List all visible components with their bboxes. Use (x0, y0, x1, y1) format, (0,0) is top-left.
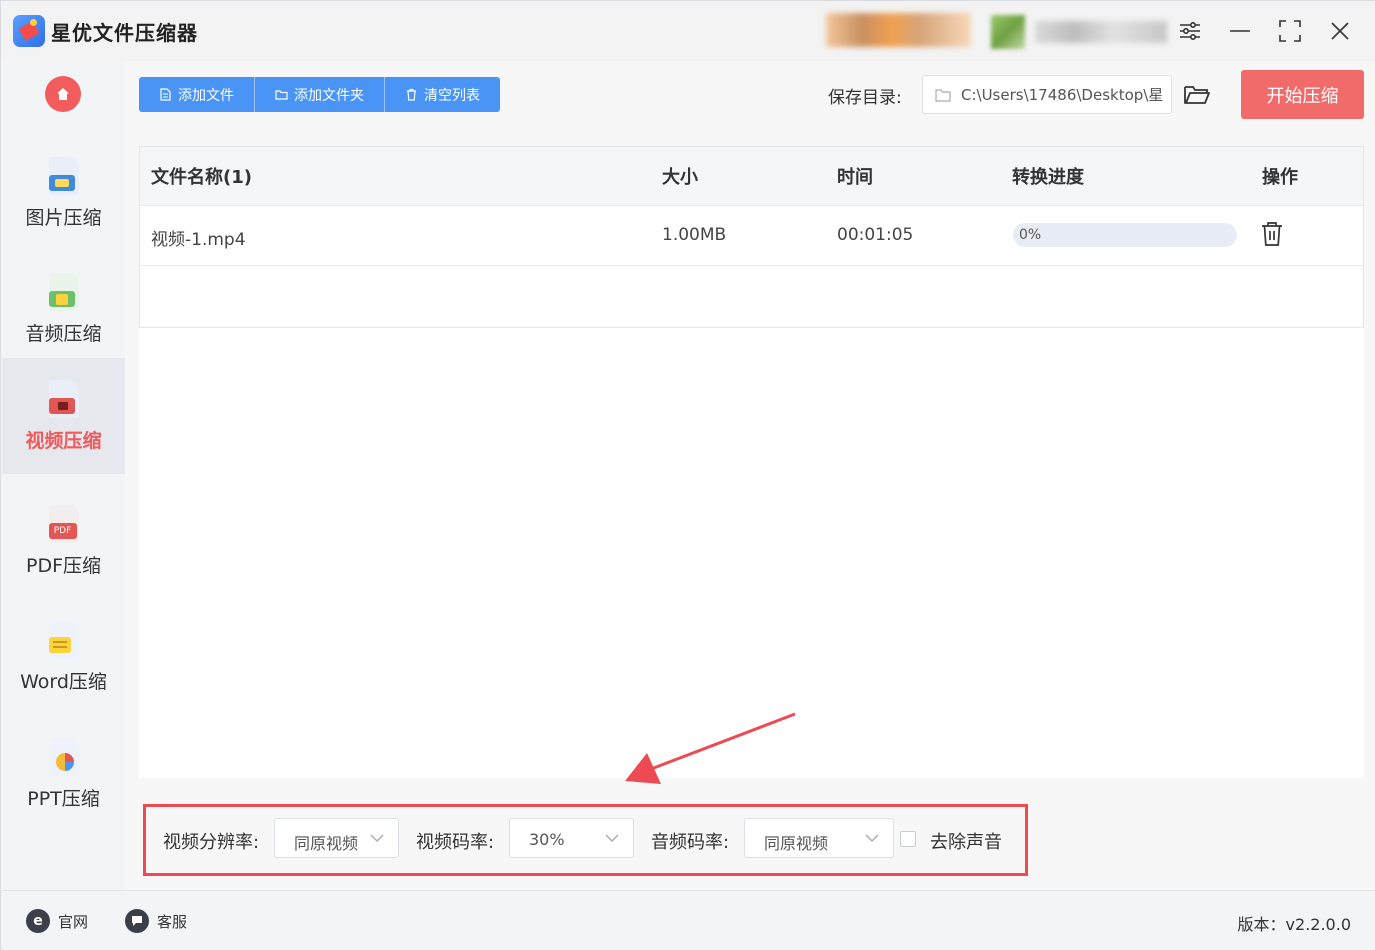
video-bitrate-select[interactable]: 30% (509, 818, 634, 858)
sidebar-item-ppt[interactable]: PPT压缩 (2, 716, 125, 832)
sidebar-item-label: PDF压缩 (25, 555, 102, 577)
file-name: 视频-1.mp4 (151, 230, 246, 250)
sidebar-item-label: 图片压缩 (25, 207, 102, 229)
ppt-icon (45, 738, 83, 780)
folder-icon (275, 90, 288, 100)
blurred-avatar (991, 15, 1025, 49)
start-compress-button[interactable]: 开始压缩 (1241, 70, 1364, 119)
close-icon[interactable] (1324, 15, 1356, 47)
pdf-tag: PDF (48, 523, 77, 539)
empty-row (140, 266, 1363, 327)
file-size: 1.00MB (662, 225, 727, 245)
sidebar-item-audio[interactable]: 音频压缩 (2, 251, 125, 367)
website-label: 官网 (58, 912, 89, 931)
pdf-icon: PDF (45, 505, 83, 547)
sidebar-item-video[interactable]: 视频压缩 (2, 358, 125, 474)
app-logo-icon (13, 15, 45, 47)
file-duration: 00:01:05 (837, 225, 914, 245)
minimize-icon[interactable] (1224, 15, 1256, 47)
progress-text: 0% (1019, 227, 1042, 243)
blurred-username (1035, 21, 1167, 43)
add-file-button[interactable]: 添加文件 (139, 77, 255, 112)
sidebar-item-label: Word压缩 (20, 671, 107, 693)
header-action: 操作 (1262, 167, 1298, 188)
audio-bitrate-value: 同原视频 (764, 834, 829, 853)
open-folder-icon (1184, 86, 1210, 104)
app-title: 星优文件压缩器 (51, 21, 198, 45)
chevron-down-icon (370, 834, 384, 842)
add-folder-label: 添加文件夹 (294, 87, 364, 104)
sidebar: 图片压缩 音频压缩 视频压缩 PDF PDF压缩 Word压缩 PPT压缩 (2, 61, 125, 890)
audio-bitrate-label: 音频码率: (651, 832, 730, 853)
header-filename: 文件名称(1) (151, 167, 252, 188)
title-bar: 星优文件压缩器 (1, 1, 1375, 61)
sidebar-item-label: PPT压缩 (27, 788, 100, 810)
music-icon (45, 273, 83, 315)
browser-e-icon: e (26, 909, 50, 933)
app-window: 星优文件压缩器 图片压缩 音频压缩 视频压缩 PDF PDF压缩 Word压缩 … (0, 0, 1375, 950)
file-icon (160, 88, 171, 101)
add-file-label: 添加文件 (178, 87, 234, 104)
trash-icon (407, 88, 416, 101)
video-bitrate-value: 30% (529, 830, 565, 849)
remove-audio-checkbox[interactable] (900, 831, 916, 847)
chevron-down-icon (865, 834, 879, 842)
folder-outline-icon (935, 88, 951, 102)
version-text: 版本：v2.2.0.0 (1237, 915, 1351, 934)
audio-bitrate-select[interactable]: 同原视频 (744, 818, 894, 858)
support-link[interactable]: 客服 (125, 909, 187, 933)
resolution-value: 同原视频 (294, 834, 359, 853)
sidebar-item-label: 视频压缩 (25, 430, 102, 452)
settings-sliders-icon[interactable] (1174, 15, 1206, 47)
website-link[interactable]: e 官网 (26, 909, 88, 933)
video-bitrate-label: 视频码率: (416, 832, 495, 853)
toolbar: 添加文件 添加文件夹 清空列表 (139, 77, 500, 112)
clear-list-button[interactable]: 清空列表 (385, 77, 500, 112)
delete-icon[interactable] (1260, 221, 1284, 247)
table-header: 文件名称(1) 大小 时间 转换进度 操作 (140, 147, 1363, 206)
clear-list-label: 清空列表 (424, 87, 480, 104)
save-dir-input[interactable]: C:\Users\17486\Desktop\星 (922, 75, 1172, 114)
save-dir-label: 保存目录: (828, 88, 902, 108)
status-bar: e 官网 客服 版本：v2.2.0.0 (2, 890, 1375, 950)
video-icon (45, 380, 83, 422)
chat-bubble-icon (125, 909, 149, 933)
resolution-label: 视频分辨率: (163, 832, 260, 853)
home-icon (57, 88, 69, 100)
maximize-icon[interactable] (1274, 15, 1306, 47)
word-icon (45, 621, 83, 663)
chevron-down-icon (605, 834, 619, 842)
browse-folder-button[interactable] (1182, 81, 1212, 109)
remove-audio-label: 去除声音 (930, 832, 1002, 853)
header-size: 大小 (662, 167, 698, 188)
save-dir-value: C:\Users\17486\Desktop\星 (961, 86, 1164, 104)
table-row[interactable]: 视频-1.mp4 1.00MB 00:01:05 0% (140, 206, 1363, 266)
file-table: 文件名称(1) 大小 时间 转换进度 操作 视频-1.mp4 1.00MB 00… (139, 146, 1364, 328)
resolution-select[interactable]: 同原视频 (274, 818, 399, 858)
add-folder-button[interactable]: 添加文件夹 (255, 77, 385, 112)
blurred-user-info (826, 13, 971, 47)
settings-bar: 视频分辨率: 同原视频 视频码率: 30% 音频码率: 同原视频 去除声音 (125, 794, 1375, 890)
header-progress: 转换进度 (1012, 167, 1084, 188)
image-icon (45, 157, 83, 199)
sidebar-item-pdf[interactable]: PDF PDF压缩 (2, 483, 125, 599)
support-label: 客服 (157, 912, 188, 931)
progress-bar: 0% (1013, 223, 1237, 247)
file-table-panel: 文件名称(1) 大小 时间 转换进度 操作 视频-1.mp4 1.00MB 00… (139, 146, 1364, 778)
sidebar-item-label: 音频压缩 (25, 323, 102, 345)
sidebar-item-image[interactable]: 图片压缩 (2, 135, 125, 251)
main-panel: 添加文件 添加文件夹 清空列表 保存目录: C:\Users\17486\Des… (125, 61, 1375, 890)
home-button[interactable] (45, 76, 81, 112)
sidebar-item-word[interactable]: Word压缩 (2, 599, 125, 715)
header-time: 时间 (837, 167, 873, 188)
